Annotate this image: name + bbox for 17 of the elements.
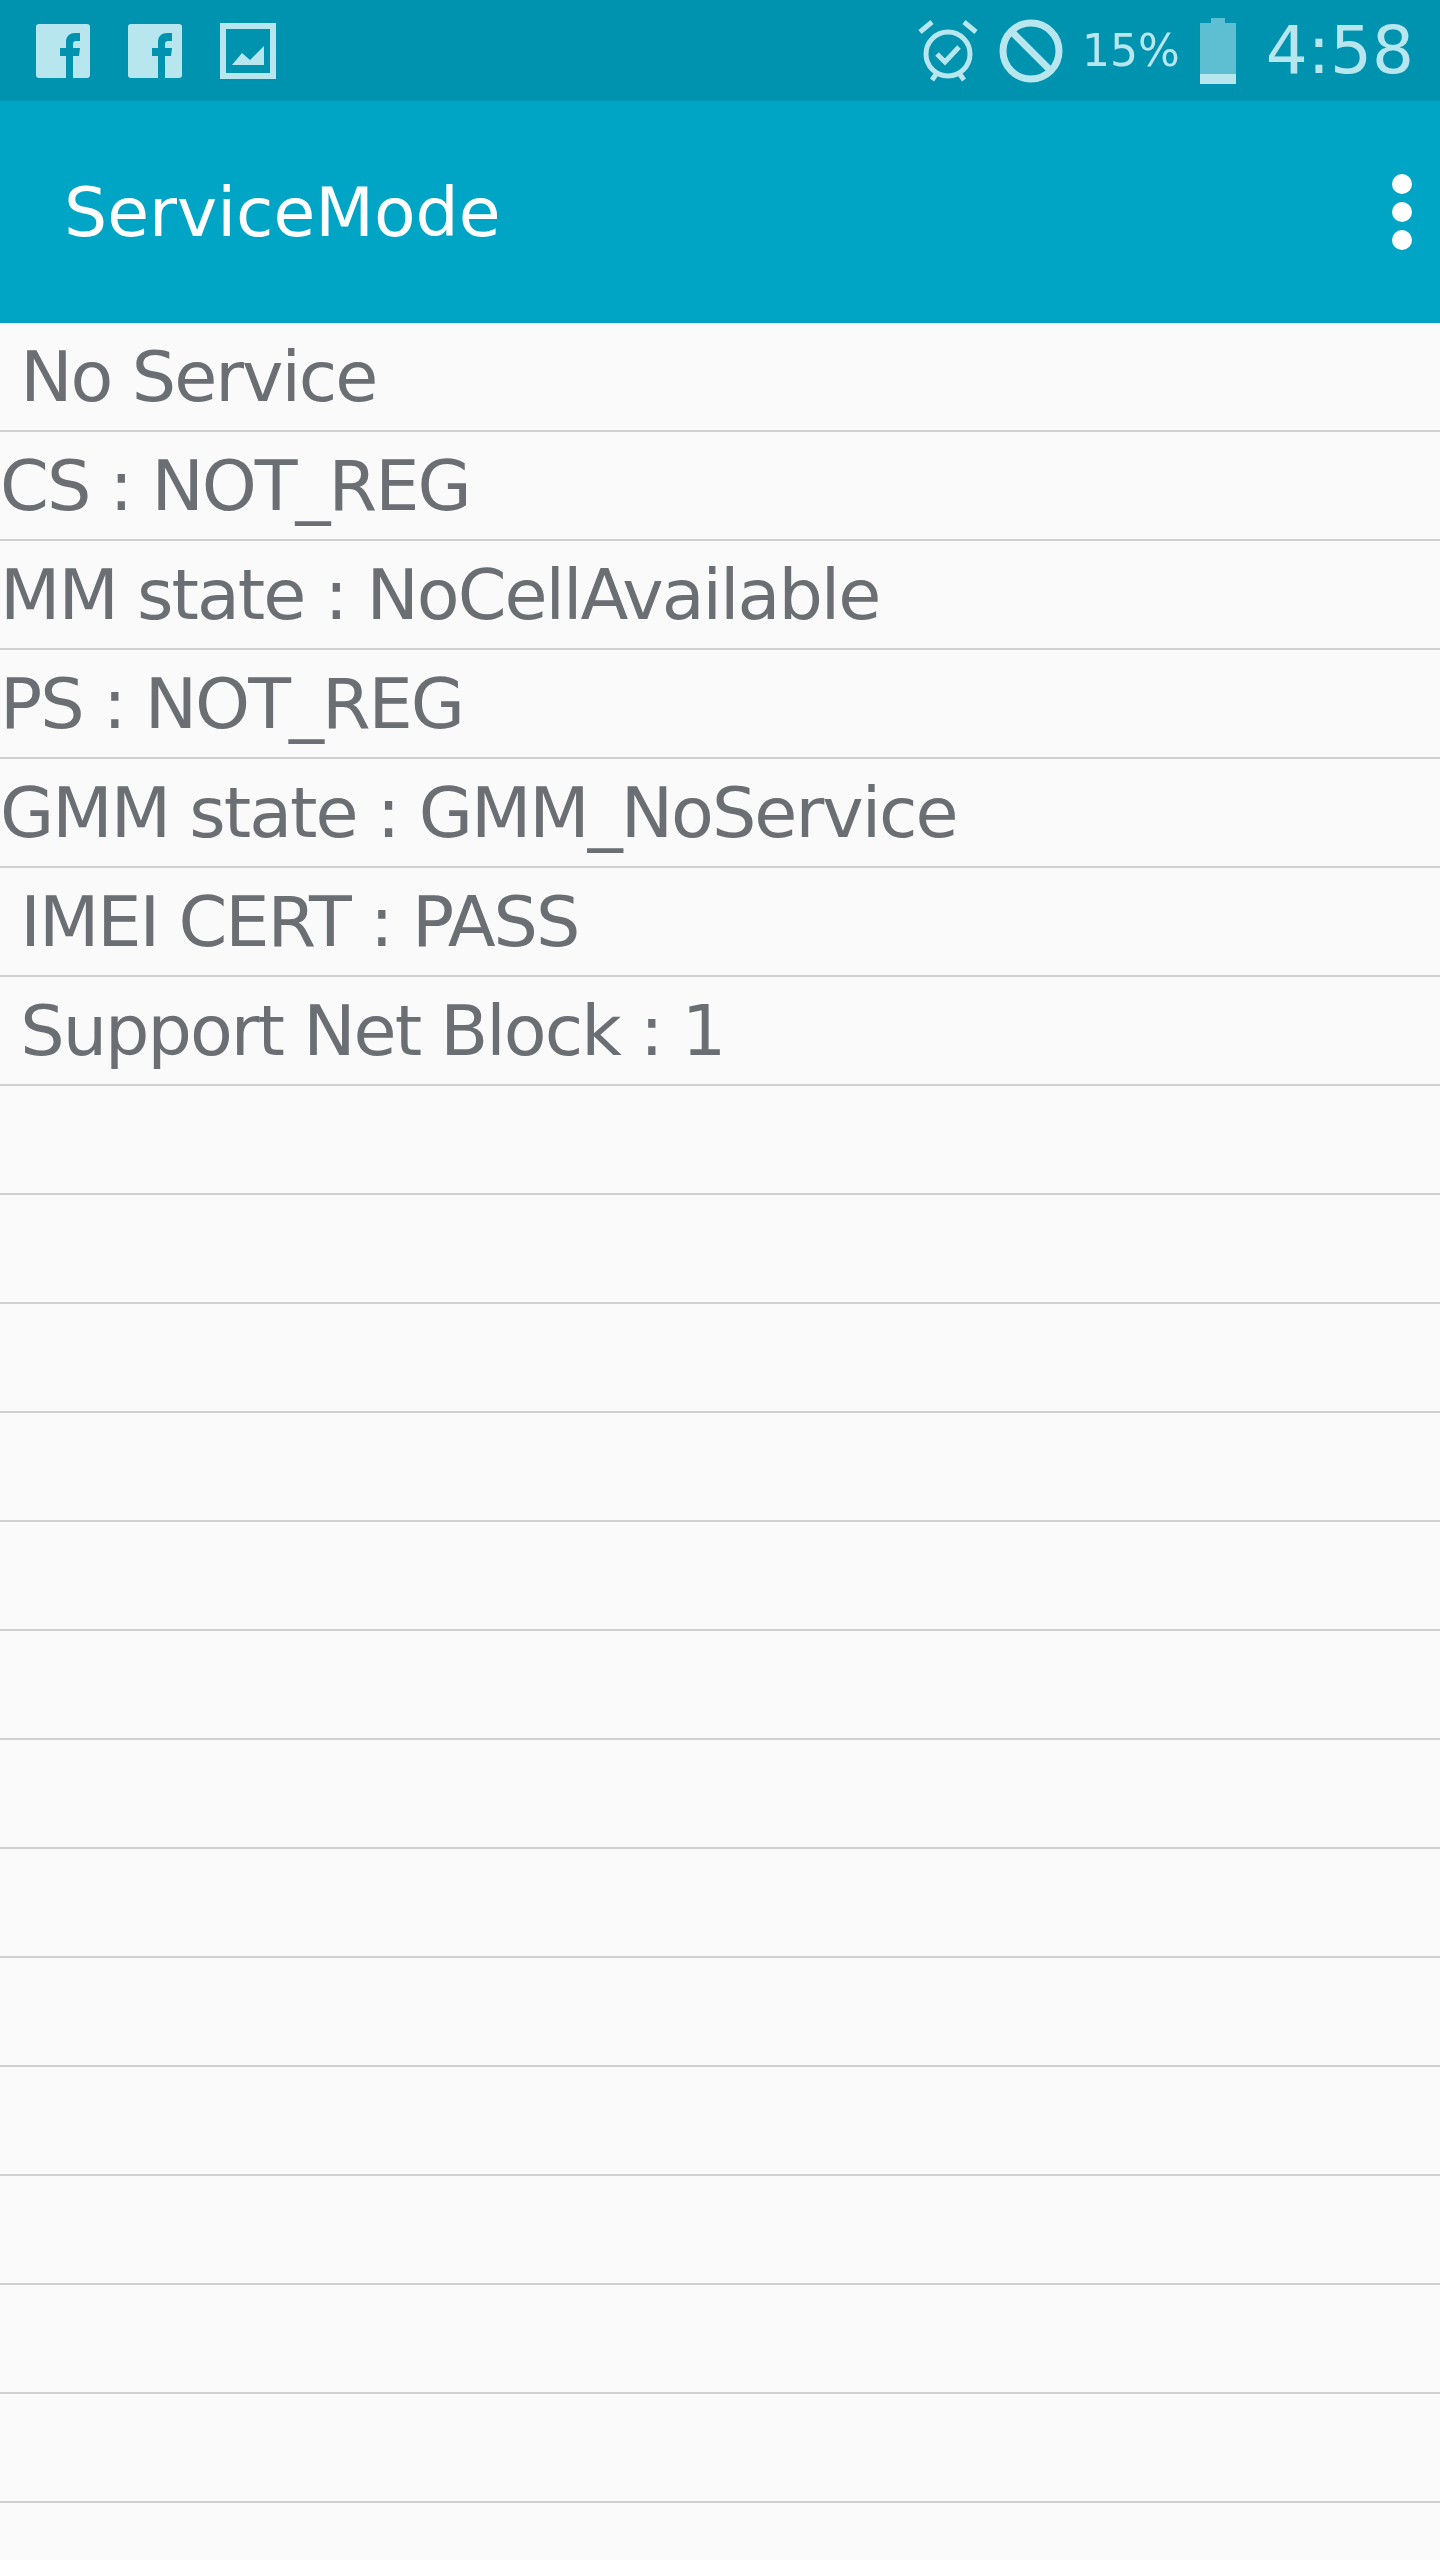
blocked-icon (998, 17, 1064, 84)
clock-time: 4:58 (1265, 12, 1414, 89)
status-line: IMEI CERT : PASS (19, 880, 579, 963)
status-line: CS : NOT_REG (0, 444, 470, 527)
battery-percent: 15% (1082, 25, 1180, 76)
status-line: GMM state : GMM_NoService (0, 771, 957, 854)
f-logo-icon[interactable] (36, 23, 90, 78)
more-options-icon[interactable] (1390, 172, 1414, 252)
f-logo-icon[interactable] (128, 23, 182, 78)
alarm-clock-icon (916, 17, 980, 84)
status-line: MM state : NoCellAvailable (0, 553, 880, 636)
status-line: PS : NOT_REG (0, 662, 464, 745)
status-line: No Service (19, 335, 377, 418)
battery-icon (1197, 17, 1238, 84)
app-title: ServiceMode (64, 172, 502, 252)
status-line: Support Net Block : 1 (19, 989, 725, 1072)
image-icon[interactable] (220, 22, 276, 79)
